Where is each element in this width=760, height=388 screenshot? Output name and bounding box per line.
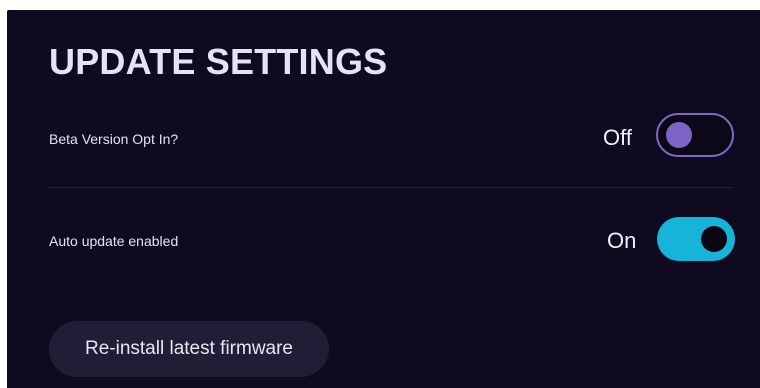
- toggle-knob: [666, 122, 692, 148]
- auto-update-toggle[interactable]: [657, 217, 735, 261]
- beta-opt-in-label: Beta Version Opt In?: [49, 131, 179, 147]
- beta-opt-in-state-text: Off: [603, 125, 632, 150]
- section-title: UPDATE SETTINGS: [49, 41, 388, 82]
- divider: [49, 187, 734, 188]
- auto-update-state-text: On: [607, 228, 637, 253]
- update-settings-panel: UPDATE SETTINGS Beta Version Opt In? Off…: [7, 10, 760, 388]
- auto-update-label: Auto update enabled: [49, 233, 179, 249]
- reinstall-firmware-button[interactable]: Re-install latest firmware: [49, 321, 329, 377]
- beta-opt-in-toggle[interactable]: [656, 113, 734, 157]
- toggle-knob: [701, 226, 727, 252]
